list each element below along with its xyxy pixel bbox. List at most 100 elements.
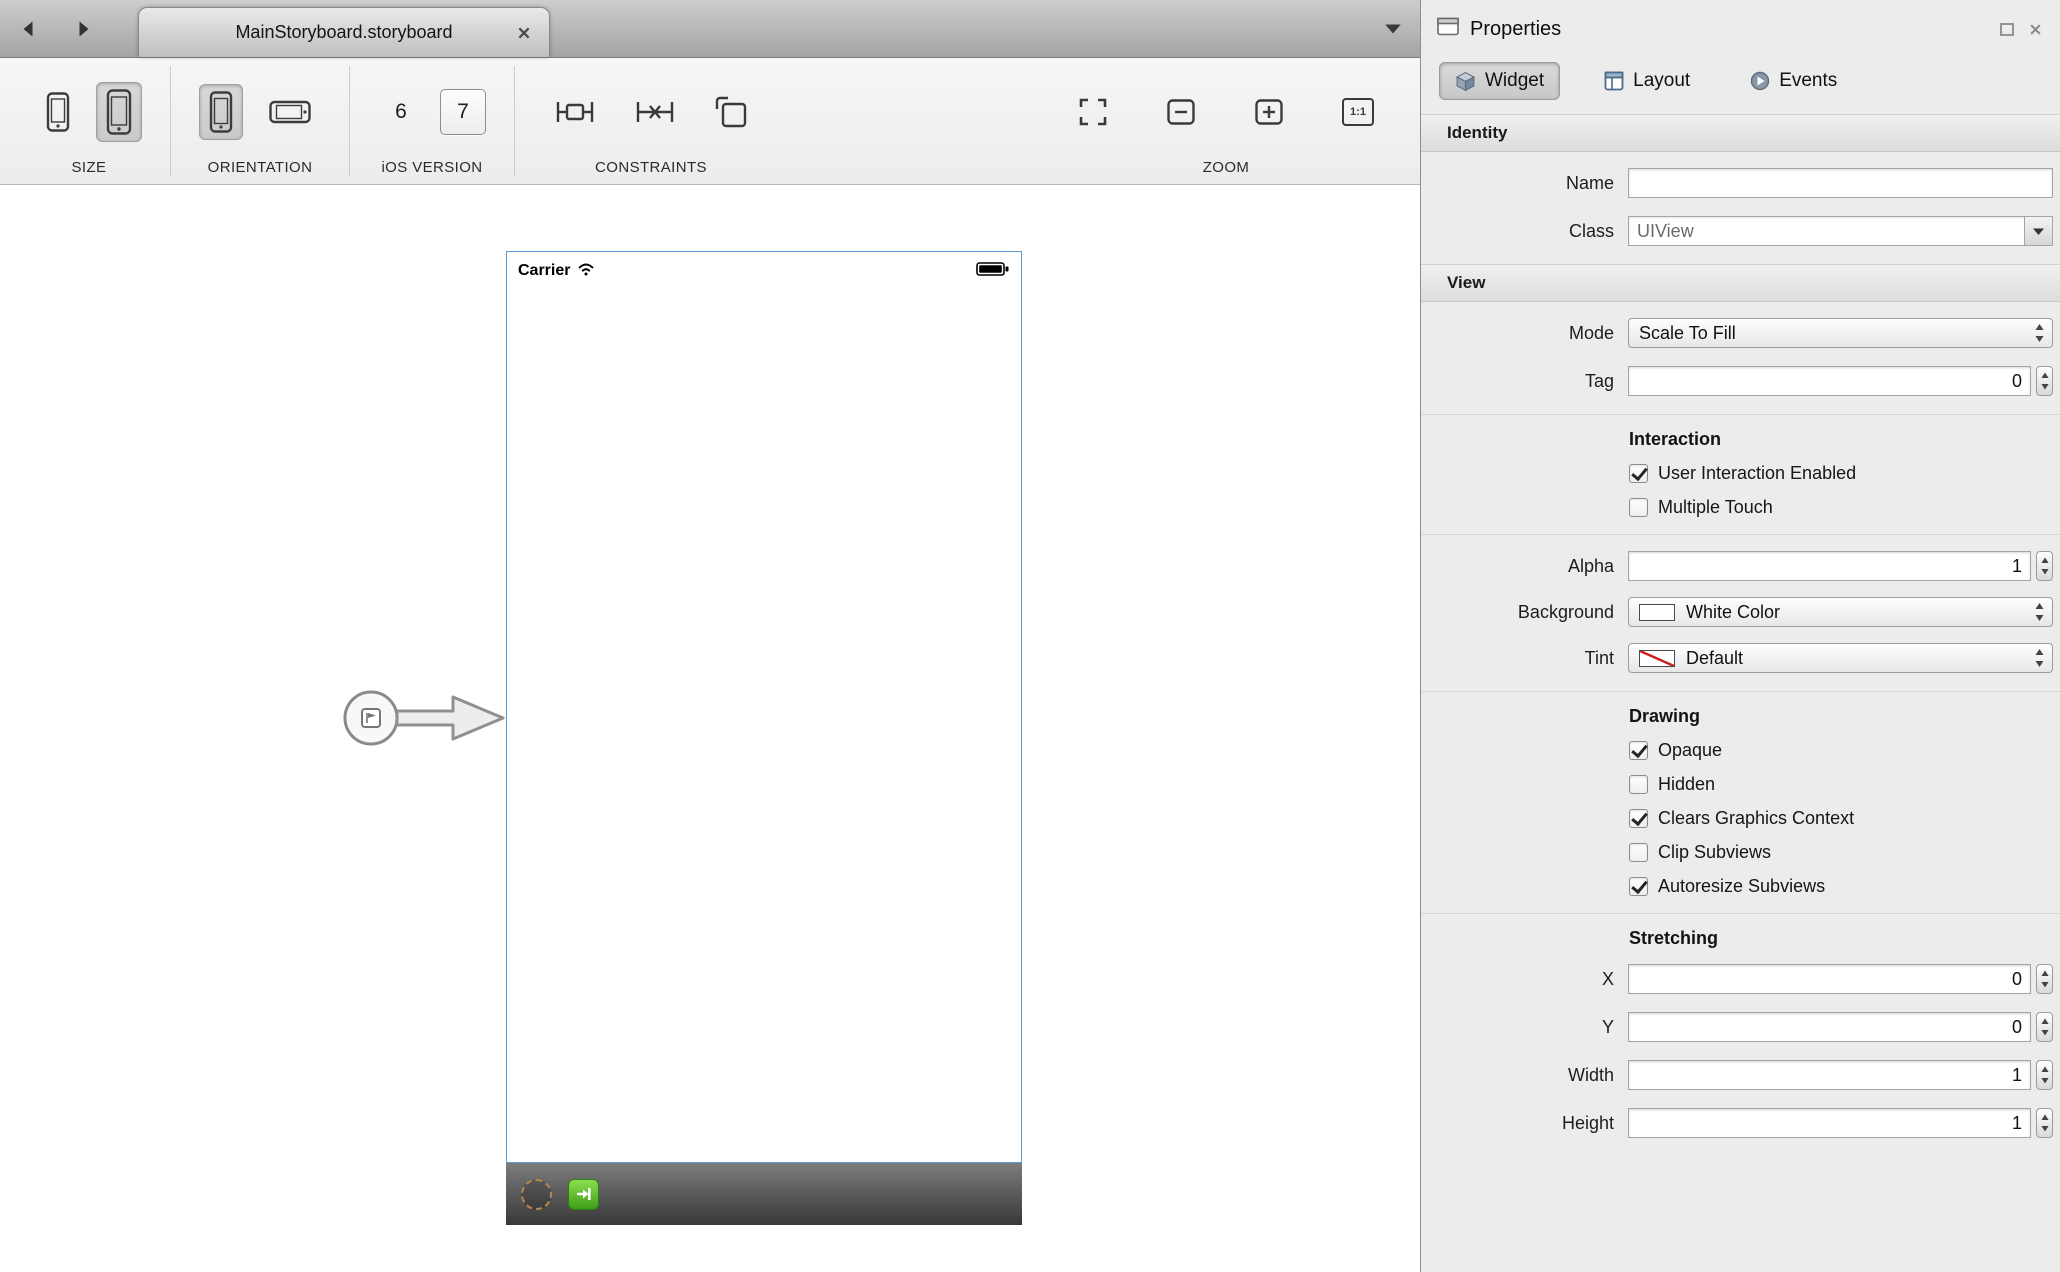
carrier-label: Carrier (518, 262, 570, 280)
tint-color-swatch (1639, 650, 1675, 667)
tab-overflow-icon[interactable] (1384, 22, 1402, 36)
stretching-header: Stretching (1421, 922, 2060, 955)
stretch-x-row: X (1421, 955, 2060, 1003)
layout-icon (1604, 71, 1624, 91)
stretch-width-stepper[interactable] (2036, 1060, 2053, 1090)
stretch-height-input[interactable] (1628, 1108, 2031, 1138)
name-row: Name (1421, 159, 2060, 207)
properties-tabs: Widget Layout Events (1421, 58, 2060, 114)
constraint-width-icon[interactable] (543, 87, 607, 137)
stretch-x-stepper[interactable] (2036, 964, 2053, 994)
drawing-header: Drawing (1421, 700, 2060, 733)
tint-select[interactable]: Default (1628, 643, 2053, 673)
background-label: Background (1421, 602, 1628, 623)
alpha-stepper[interactable] (2036, 551, 2053, 581)
view-controller-scene[interactable]: Carrier (506, 251, 1022, 1225)
appearance-group: Alpha Background White Color (1421, 534, 2060, 691)
size-iphone-small-icon[interactable] (36, 85, 80, 139)
stretch-x-input[interactable] (1628, 964, 2031, 994)
checkbox-hidden[interactable] (1629, 775, 1648, 794)
checkbox-row: Multiple Touch (1421, 490, 2060, 524)
storyboard-canvas[interactable]: Carrier (0, 185, 1420, 1272)
stretch-width-label: Width (1421, 1065, 1628, 1086)
checkbox-user-interaction-enabled[interactable] (1629, 464, 1648, 483)
tag-row: Tag (1421, 357, 2060, 405)
checkbox-opaque[interactable] (1629, 741, 1648, 760)
ios-version-6-button[interactable]: 6 (378, 89, 424, 135)
orientation-portrait-icon[interactable] (199, 84, 243, 140)
properties-header: Properties (1421, 0, 2060, 58)
checkbox-clip-subviews[interactable] (1629, 843, 1648, 862)
exit-segue-icon[interactable] (568, 1179, 599, 1210)
zoom-in-icon[interactable] (1244, 91, 1294, 133)
back-icon[interactable] (18, 19, 38, 39)
zoom-actual-size-icon[interactable]: 1:1 (1332, 91, 1384, 133)
tab-layout[interactable]: Layout (1588, 62, 1706, 100)
stretch-y-input[interactable] (1628, 1012, 2031, 1042)
tag-input[interactable] (1628, 366, 2031, 396)
stretch-height-stepper[interactable] (2036, 1108, 2053, 1138)
tab-title: MainStoryboard.storyboard (235, 22, 452, 43)
checkbox-label: Hidden (1658, 774, 1715, 795)
class-row: Class UIView (1421, 207, 2060, 255)
tab-close-icon[interactable] (515, 24, 533, 42)
constraint-edges-icon[interactable] (703, 87, 759, 137)
size-iphone-tall-icon[interactable] (96, 82, 142, 142)
orientation-group-label: ORIENTATION (208, 159, 313, 176)
constraints-group: CONSTRAINTS (515, 58, 787, 184)
uiview-canvas[interactable]: Carrier (506, 251, 1022, 1163)
alpha-input[interactable] (1628, 551, 2031, 581)
close-panel-icon[interactable] (2027, 21, 2044, 38)
stretch-x-label: X (1421, 969, 1628, 990)
zoom-fit-icon[interactable] (1068, 90, 1118, 134)
checkbox-label: User Interaction Enabled (1658, 463, 1856, 484)
initial-view-controller-arrow[interactable] (335, 682, 510, 754)
checkbox-autoresize-subviews[interactable] (1629, 877, 1648, 896)
stretch-width-row: Width (1421, 1051, 2060, 1099)
checkbox-label: Opaque (1658, 740, 1722, 761)
properties-panel: Properties Widget Layo (1421, 0, 2060, 1272)
stretch-y-stepper[interactable] (2036, 1012, 2053, 1042)
stretch-width-input[interactable] (1628, 1060, 2031, 1090)
properties-panel-icon (1437, 17, 1459, 41)
forward-icon[interactable] (74, 19, 94, 39)
designer-window: MainStoryboard.storyboard (0, 0, 2060, 1272)
collapse-panel-icon[interactable] (1998, 21, 2015, 38)
background-select[interactable]: White Color (1628, 597, 2053, 627)
checkbox-row: Opaque (1421, 733, 2060, 767)
tab-events-label: Events (1779, 70, 1837, 92)
orientation-landscape-icon[interactable] (259, 93, 321, 131)
mode-label: Mode (1421, 323, 1628, 344)
combo-arrow-icon[interactable] (2024, 217, 2052, 245)
class-combobox[interactable]: UIView (1628, 216, 2053, 246)
section-view-header: View (1421, 264, 2060, 302)
properties-title: Properties (1470, 18, 1561, 41)
tab-layout-label: Layout (1633, 70, 1690, 92)
ios-version-7-button[interactable]: 7 (440, 89, 486, 135)
tag-stepper[interactable] (2036, 366, 2053, 396)
stretch-height-label: Height (1421, 1113, 1628, 1134)
name-label: Name (1421, 173, 1628, 194)
checkbox-clears-graphics-context[interactable] (1629, 809, 1648, 828)
stretching-group: Stretching X Y Width (1421, 913, 2060, 1157)
checkbox-row: Hidden (1421, 767, 2060, 801)
checkbox-row: Clears Graphics Context (1421, 801, 2060, 835)
mode-row: Mode Scale To Fill (1421, 309, 2060, 357)
tab-events[interactable]: Events (1734, 62, 1853, 100)
tint-row: Tint Default (1421, 635, 2060, 681)
tab-mainstoryboard[interactable]: MainStoryboard.storyboard (138, 7, 550, 57)
mode-select[interactable]: Scale To Fill (1628, 318, 2053, 348)
checkbox-multiple-touch[interactable] (1629, 498, 1648, 517)
constraint-spacing-icon[interactable] (623, 87, 687, 137)
tab-widget[interactable]: Widget (1439, 62, 1560, 100)
tint-value: Default (1686, 648, 2030, 669)
alpha-row: Alpha (1421, 543, 2060, 589)
constraints-group-label: CONSTRAINTS (595, 159, 707, 176)
first-responder-icon[interactable] (521, 1179, 552, 1210)
zoom-out-icon[interactable] (1156, 91, 1206, 133)
mode-value: Scale To Fill (1639, 323, 2030, 344)
view-section: Mode Scale To Fill Tag (1421, 302, 2060, 414)
widget-cube-icon (1455, 71, 1476, 92)
name-input[interactable] (1628, 168, 2053, 198)
checkbox-row: User Interaction Enabled (1421, 456, 2060, 490)
